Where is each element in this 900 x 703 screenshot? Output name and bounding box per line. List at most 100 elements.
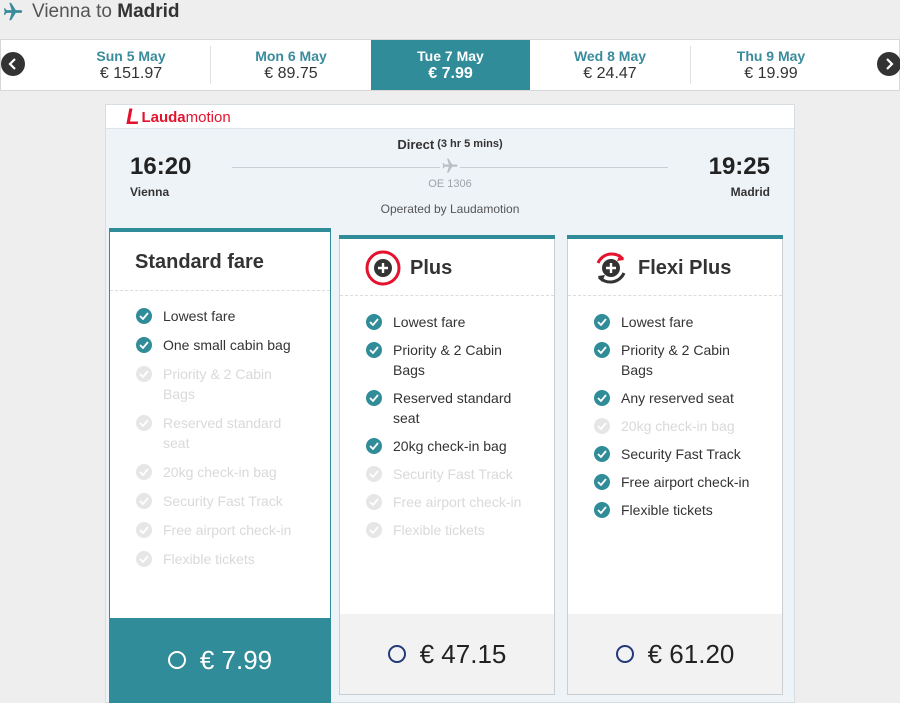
operated-by: Operated by Laudamotion — [380, 202, 520, 216]
feature-text: Priority & 2 Cabin Bags — [393, 342, 502, 378]
feature-item: Security Fast Track — [340, 464, 554, 484]
fare-title: Flexi Plus — [638, 256, 732, 279]
feature-item: Lowest fare — [340, 312, 554, 332]
fare-title-row: Plus — [340, 249, 554, 287]
feature-text: Free airport check-in — [393, 494, 522, 510]
plus-fare-icon — [364, 249, 402, 287]
fare-card-accent-bar — [339, 235, 555, 239]
date-tab-thu-9-may[interactable]: Thu 9 May € 19.99 — [691, 40, 851, 90]
date-price: € 19.99 — [744, 65, 798, 82]
check-icon — [594, 418, 610, 434]
check-icon — [136, 493, 152, 509]
date-price: € 151.97 — [99, 65, 163, 82]
check-icon — [136, 366, 152, 382]
feature-item: Free airport check-in — [568, 472, 782, 492]
feature-text: Security Fast Track — [393, 466, 513, 482]
fare-price-box[interactable]: € 47.15 — [340, 614, 554, 694]
check-icon — [594, 474, 610, 490]
fare-divider — [110, 290, 330, 291]
fare-card-accent-bar — [109, 228, 331, 232]
airline-name-part2: motion — [185, 108, 231, 126]
fare-title-row: Flexi Plus — [568, 249, 782, 287]
fare-radio[interactable] — [387, 645, 406, 663]
feature-text: 20kg check-in bag — [393, 438, 507, 454]
airline-logo-mark: L — [126, 104, 140, 129]
date-label: Sun 5 May — [96, 48, 166, 64]
airline-name-part1: Lauda — [141, 108, 186, 126]
route-title: Vienna to Madrid — [32, 2, 180, 22]
route-header: Vienna to Madrid — [0, 0, 180, 24]
feature-item: One small cabin bag — [110, 335, 330, 355]
check-icon — [366, 494, 382, 510]
feature-item: Priority & 2 Cabin Bags — [340, 340, 554, 380]
feature-text: Free airport check-in — [621, 474, 750, 490]
fare-radio[interactable] — [167, 651, 186, 669]
date-tab-tue-7-may[interactable]: Tue 7 May € 7.99 — [371, 40, 530, 90]
feature-item: Free airport check-in — [340, 492, 554, 512]
feature-text: Security Fast Track — [621, 446, 741, 462]
feature-text: Reserved standard seat — [393, 390, 512, 426]
feature-item: 20kg check-in bag — [340, 436, 554, 456]
fare-price: € 61.20 — [647, 638, 735, 669]
date-price: € 24.47 — [583, 65, 637, 82]
feature-text: Security Fast Track — [163, 493, 283, 509]
flight-number: OE 1306 — [428, 178, 472, 190]
feature-text: Any reserved seat — [621, 390, 734, 406]
fare-price-box[interactable]: € 61.20 — [568, 614, 782, 694]
check-icon — [136, 522, 152, 538]
check-icon — [594, 502, 610, 518]
airline-bar: L Lauda motion — [106, 105, 794, 129]
date-strip: Sun 5 May € 151.97 Mon 6 May € 89.75 Tue… — [0, 39, 900, 91]
feature-text: Lowest fare — [621, 314, 694, 330]
route-from: Vienna — [32, 1, 91, 22]
fare-price: € 7.99 — [199, 644, 273, 675]
feature-text: Lowest fare — [393, 314, 466, 330]
check-icon — [366, 342, 382, 358]
date-label: Thu 9 May — [736, 48, 806, 64]
next-dates-button[interactable] — [877, 52, 900, 76]
fare-card-accent-bar — [567, 235, 783, 239]
feature-item: Security Fast Track — [568, 444, 782, 464]
check-icon — [136, 337, 152, 353]
fare-card-flexi-plus[interactable]: Flexi Plus Lowest fare Priority & 2 Cabi… — [567, 235, 783, 695]
stops-label: Direct — [397, 137, 435, 152]
check-icon — [136, 464, 152, 480]
date-tab-wed-8-may[interactable]: Wed 8 May € 24.47 — [530, 40, 690, 90]
feature-text: One small cabin bag — [163, 337, 291, 353]
fare-radio[interactable] — [615, 645, 634, 663]
feature-text: Free airport check-in — [163, 522, 292, 538]
route-connector: to — [96, 1, 112, 22]
feature-item: Flexible tickets — [568, 500, 782, 520]
feature-item: Free airport check-in — [110, 520, 330, 540]
feature-item: 20kg check-in bag — [568, 416, 782, 436]
fare-card-standard[interactable]: Standard fare Lowest fare One small cabi… — [109, 228, 331, 703]
check-icon — [366, 522, 382, 538]
date-tab-mon-6-may[interactable]: Mon 6 May € 89.75 — [211, 40, 371, 90]
flight-stops: Direct (3 hr 5 mins) — [106, 137, 794, 152]
check-icon — [594, 314, 610, 330]
feature-text: 20kg check-in bag — [621, 418, 735, 434]
date-label: Mon 6 May — [255, 48, 327, 64]
feature-text: Priority & 2 Cabin Bags — [163, 366, 272, 402]
fare-price-box[interactable]: € 7.99 — [110, 618, 330, 702]
check-icon — [366, 390, 382, 406]
date-tab-sun-5-may[interactable]: Sun 5 May € 151.97 — [51, 40, 211, 90]
check-icon — [594, 446, 610, 462]
prev-dates-button[interactable] — [1, 52, 25, 76]
airline-logo: L Lauda motion — [126, 105, 231, 129]
fare-feature-list: Lowest fare Priority & 2 Cabin Bags Any … — [568, 312, 782, 520]
feature-item: Any reserved seat — [568, 388, 782, 408]
fare-title: Standard fare — [135, 250, 264, 273]
fare-price: € 47.15 — [419, 638, 507, 669]
chevron-right-icon — [886, 58, 894, 70]
plane-icon — [2, 1, 24, 23]
feature-item: Security Fast Track — [110, 491, 330, 511]
check-icon — [366, 314, 382, 330]
fare-title: Plus — [410, 256, 453, 279]
check-icon — [366, 438, 382, 454]
feature-item: Priority & 2 Cabin Bags — [110, 364, 330, 404]
fare-divider — [568, 295, 782, 296]
check-icon — [366, 466, 382, 482]
feature-item: Reserved standard seat — [110, 413, 330, 453]
fare-card-plus[interactable]: Plus Lowest fare Priority & 2 Cabin Bags… — [339, 235, 555, 695]
